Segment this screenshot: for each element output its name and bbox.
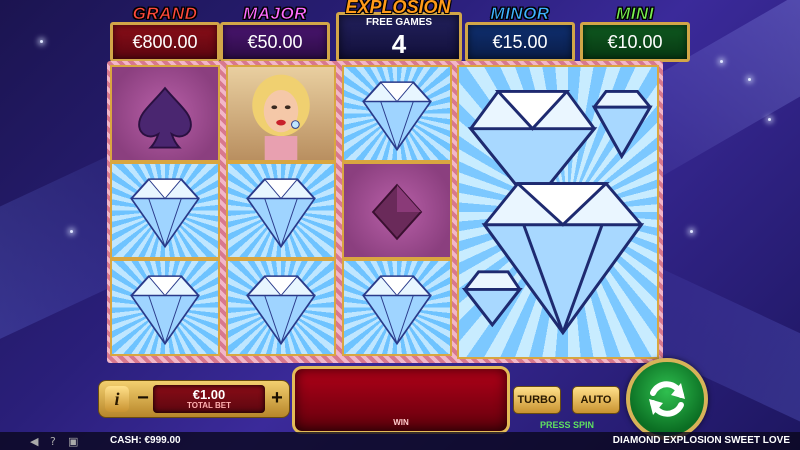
woman-symbol xyxy=(226,65,336,162)
jackpot-grand-amount: €800.00 xyxy=(110,22,220,62)
spade-icon xyxy=(138,86,192,149)
diamond-gem-icon xyxy=(130,275,200,346)
info-button[interactable]: i xyxy=(105,386,129,412)
sparkle xyxy=(748,78,751,81)
jackpot-mini-amount: €10.00 xyxy=(580,22,690,62)
jackpot-mini: MINI €10.00 xyxy=(580,4,690,62)
free-games-count: 4 xyxy=(391,29,407,59)
turbo-button[interactable]: TURBO xyxy=(513,386,561,414)
bet-panel: i − €1.00 TOTAL BET + xyxy=(98,380,290,418)
jackpot-grand-title: GRAND xyxy=(132,4,198,24)
diamond-gem-symbol xyxy=(342,65,452,162)
jackpot-minor-amount: €15.00 xyxy=(465,22,575,62)
win-label: WIN xyxy=(393,418,409,427)
diamond-gem-symbol xyxy=(110,259,220,356)
sparkle xyxy=(40,40,43,43)
diamond-gem-symbol xyxy=(226,162,336,259)
win-display: WIN xyxy=(292,366,510,434)
diamond-gem-icon xyxy=(246,275,316,346)
free-games-label: FREE GAMES xyxy=(365,17,433,28)
total-bet-label: TOTAL BET xyxy=(187,401,231,410)
jackpot-major: MAJOR €50.00 xyxy=(220,4,330,62)
total-bet-display: €1.00 TOTAL BET xyxy=(153,385,265,413)
fullscreen-icon[interactable]: ▣ xyxy=(68,435,78,448)
free-games-box: FREE GAMES 4 xyxy=(336,12,462,62)
diamond-gem-icon xyxy=(362,81,432,152)
diamond-cluster-symbol xyxy=(457,65,659,359)
sparkle xyxy=(70,230,73,233)
jackpot-major-title: MAJOR xyxy=(243,4,307,24)
diamond-gem-icon xyxy=(246,178,316,249)
reel-grid xyxy=(107,61,663,363)
jackpot-minor-title: MINOR xyxy=(490,4,550,24)
spin-button[interactable] xyxy=(626,358,708,440)
woman-portrait-icon xyxy=(252,74,310,160)
diamond-gem-symbol xyxy=(110,162,220,259)
game-title: DIAMOND EXPLOSION SWEET LOVE xyxy=(612,435,790,446)
refresh-arrows-icon xyxy=(649,381,685,417)
sparkle xyxy=(720,60,723,63)
diamond-suit-icon xyxy=(371,183,423,241)
total-bet-value: €1.00 xyxy=(192,387,226,402)
press-spin-hint: PRESS SPIN xyxy=(540,420,595,430)
cash-balance: CASH: €999.00 xyxy=(110,435,181,446)
diamond-gem-icon xyxy=(362,275,432,346)
diamond-gem-symbol xyxy=(342,259,452,356)
jackpot-major-amount: €50.00 xyxy=(220,22,330,62)
free-games-title: EXPLOSION xyxy=(345,0,451,17)
diamond-gem-symbol xyxy=(226,259,336,356)
jackpot-mini-title: MINI xyxy=(616,4,654,24)
sound-icon[interactable]: ◀ xyxy=(30,435,38,448)
sparkle xyxy=(768,118,771,121)
sparkle xyxy=(690,230,693,233)
diamond-gem-icon xyxy=(130,178,200,249)
free-games-counter: FREE GAMES 4 EXPLOSION xyxy=(332,0,464,62)
footer-bar: ◀ ? ▣ CASH: €999.00 DIAMOND EXPLOSION SW… xyxy=(0,432,800,450)
increase-bet-button[interactable]: + xyxy=(269,386,285,412)
diamond-suit-symbol xyxy=(342,162,452,259)
jackpot-grand: GRAND €800.00 xyxy=(110,4,220,62)
spade-symbol xyxy=(110,65,220,162)
help-icon[interactable]: ? xyxy=(50,435,56,448)
autoplay-button[interactable]: AUTO xyxy=(572,386,620,414)
jackpot-minor: MINOR €15.00 xyxy=(465,4,575,62)
decrease-bet-button[interactable]: − xyxy=(135,386,151,412)
diamond-cluster-icon xyxy=(461,89,653,336)
